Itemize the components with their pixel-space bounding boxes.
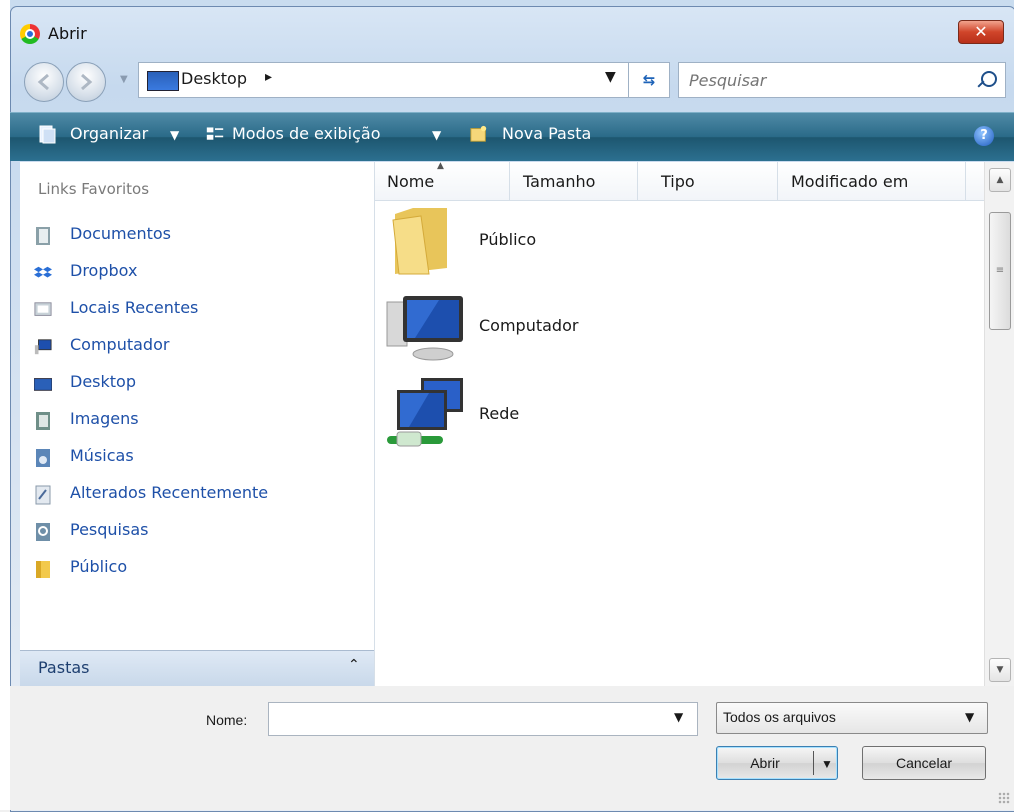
new-folder-icon — [470, 125, 487, 142]
sidebar-item-dropbox[interactable]: Dropbox — [34, 259, 354, 289]
music-icon — [36, 449, 50, 467]
file-name: Rede — [479, 404, 520, 423]
documents-icon — [36, 227, 50, 245]
folder-icon — [392, 208, 447, 275]
close-button[interactable]: ✕ — [958, 20, 1004, 44]
public-folder-icon — [36, 561, 50, 578]
help-icon[interactable]: ? — [974, 126, 994, 146]
chevron-down-icon: ▼ — [965, 710, 975, 724]
breadcrumb-arrow-icon[interactable]: ▸ — [265, 69, 272, 85]
file-name-dropdown-icon[interactable]: ▼ — [674, 710, 683, 724]
sidebar-item-alterados-recentemente[interactable]: Alterados Recentemente — [34, 481, 354, 511]
file-name-field[interactable] — [268, 702, 698, 736]
background-window-edge — [0, 0, 10, 810]
sidebar-item-label: Dropbox — [70, 261, 138, 280]
resize-grip-icon[interactable] — [998, 792, 1010, 804]
search-icon[interactable] — [981, 71, 997, 87]
sidebar-item-label: Alterados Recentemente — [70, 483, 269, 502]
file-name-label: Nome: — [206, 712, 248, 728]
file-list-pane: Nome ▲ Tamanho Tipo Modificado em Públic… — [375, 161, 1014, 686]
recent-places-icon — [34, 302, 52, 316]
address-breadcrumb-desktop[interactable]: Desktop — [181, 69, 247, 88]
chrome-app-icon — [20, 24, 40, 44]
pictures-icon — [36, 412, 50, 430]
new-folder-button[interactable]: Nova Pasta — [502, 124, 591, 143]
sidebar-item-desktop[interactable]: Desktop — [34, 370, 354, 400]
file-item-rede[interactable]: Rede — [385, 376, 685, 452]
column-header-type[interactable]: Tipo — [661, 172, 695, 191]
cancel-button[interactable]: Cancelar — [862, 746, 986, 780]
recently-changed-icon — [35, 485, 51, 505]
computer-icon — [34, 339, 52, 355]
sidebar-item-label: Pesquisas — [70, 520, 149, 539]
favorite-links-heading: Links Favoritos — [38, 180, 150, 198]
sidebar-item-computador[interactable]: Computador — [34, 333, 354, 363]
file-item-computador[interactable]: Computador — [385, 288, 685, 364]
chevron-up-icon: ⌃ — [348, 657, 360, 673]
views-icon — [206, 127, 224, 140]
sidebar-item-label: Desktop — [70, 372, 136, 391]
open-button-label: Abrir — [750, 755, 780, 771]
scroll-down-icon[interactable]: ▼ — [989, 658, 1011, 682]
column-header-row: Nome ▲ Tamanho Tipo Modificado em — [375, 161, 985, 201]
network-icon — [387, 378, 463, 447]
sidebar-item-label: Computador — [70, 335, 170, 354]
sidebar-item-publico[interactable]: Público — [34, 555, 354, 585]
open-options-dropdown-icon[interactable]: ▼ — [821, 748, 833, 780]
forward-arrow-icon — [81, 73, 93, 91]
sidebar-item-label: Documentos — [70, 224, 172, 243]
organize-menu[interactable]: Organizar — [70, 124, 148, 143]
back-arrow-icon — [37, 73, 49, 91]
column-divider[interactable] — [637, 162, 638, 200]
sidebar-item-musicas[interactable]: Músicas — [34, 444, 354, 474]
organize-dropdown-icon[interactable]: ▼ — [170, 128, 179, 142]
sidebar-item-label: Público — [70, 557, 128, 576]
sidebar-item-pesquisas[interactable]: Pesquisas — [34, 518, 354, 548]
computer-icon — [386, 296, 463, 361]
file-name: Computador — [479, 316, 579, 335]
scroll-up-icon[interactable]: ▲ — [989, 168, 1011, 192]
column-header-size[interactable]: Tamanho — [523, 172, 595, 191]
dropbox-icon — [34, 266, 52, 278]
sidebar-item-label: Músicas — [70, 446, 134, 465]
column-header-modified[interactable]: Modificado em — [791, 172, 908, 191]
folders-toggle[interactable]: Pastas ⌃ — [20, 650, 374, 687]
desktop-icon — [34, 378, 52, 391]
file-type-select[interactable]: Todos os arquivos ▼ — [716, 702, 988, 734]
navigation-pane: Links Favoritos Documentos Dropbox Locai… — [20, 162, 375, 686]
sidebar-item-locais-recentes[interactable]: Locais Recentes — [34, 296, 354, 326]
searches-icon — [36, 523, 50, 541]
open-button[interactable]: Abrir ▼ — [716, 746, 838, 780]
search-box[interactable] — [678, 62, 1006, 98]
column-divider[interactable] — [509, 162, 510, 200]
sidebar-item-documentos[interactable]: Documentos — [34, 222, 354, 252]
address-bar[interactable]: Desktop ▸ ▼ — [138, 62, 630, 98]
recent-pages-dropdown-icon[interactable]: ▼ — [120, 74, 130, 85]
refresh-button[interactable]: ⇆ — [628, 62, 670, 98]
back-button[interactable] — [24, 62, 64, 102]
views-menu[interactable]: Modos de exibição — [232, 124, 381, 143]
address-dropdown-icon[interactable]: ▼ — [605, 69, 616, 85]
sidebar-item-label: Imagens — [70, 409, 139, 428]
views-dropdown-icon[interactable]: ▼ — [432, 128, 441, 142]
sort-ascending-icon: ▲ — [437, 161, 444, 171]
organize-icon — [39, 125, 56, 144]
scrollbar-thumb[interactable]: ≡ — [989, 212, 1011, 330]
column-divider[interactable] — [965, 162, 966, 200]
file-item-publico[interactable]: Público — [385, 202, 685, 276]
sidebar-item-label: Locais Recentes — [70, 298, 199, 317]
file-list-scrollbar[interactable]: ▲ ≡ ▼ — [984, 162, 1014, 686]
file-name-input[interactable] — [269, 703, 667, 735]
split-divider — [813, 751, 814, 775]
folders-label: Pastas — [38, 658, 90, 677]
column-header-name[interactable]: Nome — [387, 172, 434, 191]
window-title: Abrir — [48, 24, 87, 43]
forward-button[interactable] — [66, 62, 106, 102]
sidebar-item-imagens[interactable]: Imagens — [34, 407, 354, 437]
column-divider[interactable] — [777, 162, 778, 200]
search-input[interactable] — [679, 63, 971, 97]
desktop-icon — [147, 71, 179, 91]
file-type-value: Todos os arquivos — [723, 709, 836, 725]
file-name: Público — [479, 230, 537, 249]
